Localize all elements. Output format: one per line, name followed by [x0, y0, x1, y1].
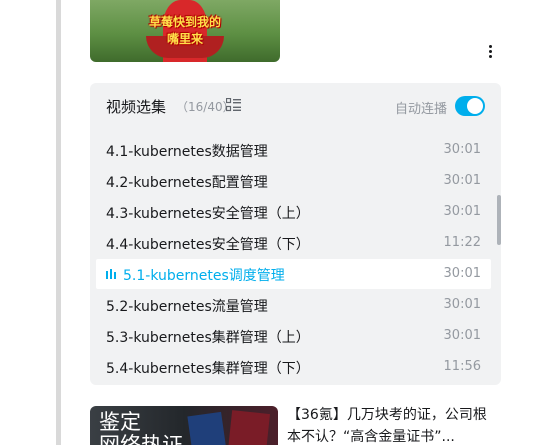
thumbnail-caption-line2: 嘴里来 [166, 32, 203, 46]
episode-title: 5.2-kubernetes流量管理 [106, 299, 268, 315]
episode-title: 4.1-kubernetes数据管理 [106, 144, 268, 160]
episode-duration: 11:56 [443, 359, 481, 374]
episode-duration: 30:01 [443, 142, 481, 157]
toggle-knob [467, 98, 483, 114]
episode-item[interactable]: 5.3-kubernetes集群管理（上） 30:01 [96, 321, 491, 351]
autoplay-label: 自动连播 [395, 102, 448, 117]
episode-title: 4.3-kubernetes安全管理（上） [106, 206, 310, 222]
playlist-scrollbar[interactable] [497, 195, 501, 245]
thumbnail-certificate-blue [187, 411, 227, 445]
recommended-video-thumbnail[interactable]: 鉴定 网络热证 [90, 406, 278, 445]
autoplay-toggle[interactable] [455, 96, 485, 116]
episode-duration: 11:22 [443, 235, 481, 250]
playing-bars-icon [106, 269, 116, 279]
episode-duration: 30:01 [443, 173, 481, 188]
episode-item[interactable]: 5.4-kubernetes集群管理（下） 11:56 [96, 352, 491, 382]
playlist-header: 视频选集 （16/40） 自动连播 [90, 83, 501, 127]
episode-playlist: 视频选集 （16/40） 自动连播 4.1-kubernetes数据管理 30:… [90, 83, 501, 385]
episode-title: 5.3-kubernetes集群管理（上） [106, 330, 310, 346]
episode-title: 4.2-kubernetes配置管理 [106, 175, 268, 191]
top-video-thumbnail[interactable]: 草莓快到我的 嘴里来 [90, 0, 280, 62]
episode-item[interactable]: 4.2-kubernetes配置管理 30:01 [96, 166, 491, 196]
episode-duration: 30:01 [443, 297, 481, 312]
episode-item-active[interactable]: 5.1-kubernetes调度管理 30:01 [96, 259, 491, 289]
thumbnail-certificate-red [228, 410, 270, 445]
thumbnail-caption-line1: 草莓快到我的 [148, 15, 221, 29]
episode-title: 5.4-kubernetes集群管理（下） [106, 361, 310, 377]
list-icon[interactable] [226, 98, 242, 112]
episode-duration: 30:01 [443, 328, 481, 343]
recommended-video-title[interactable]: 【36氪】几万块考的证，公司根本不认？“高含金量证书”... [287, 404, 497, 448]
more-vertical-icon[interactable] [481, 40, 499, 62]
episode-title: 4.4-kubernetes安全管理（下） [106, 237, 310, 253]
episode-duration: 30:01 [443, 266, 481, 281]
episode-title: 5.1-kubernetes调度管理 [123, 268, 285, 284]
playlist-title: 视频选集 [106, 98, 167, 116]
episode-duration: 30:01 [443, 204, 481, 219]
left-divider [56, 0, 61, 445]
episode-item[interactable]: 4.1-kubernetes数据管理 30:01 [96, 135, 491, 165]
episode-item[interactable]: 5.2-kubernetes流量管理 30:01 [96, 290, 491, 320]
thumbnail-text-line1: 鉴定 [99, 410, 141, 434]
episode-item[interactable]: 4.4-kubernetes安全管理（下） 11:22 [96, 228, 491, 258]
thumbnail-text-line2: 网络热证 [99, 433, 183, 445]
episode-item[interactable]: 4.3-kubernetes安全管理（上） 30:01 [96, 197, 491, 227]
